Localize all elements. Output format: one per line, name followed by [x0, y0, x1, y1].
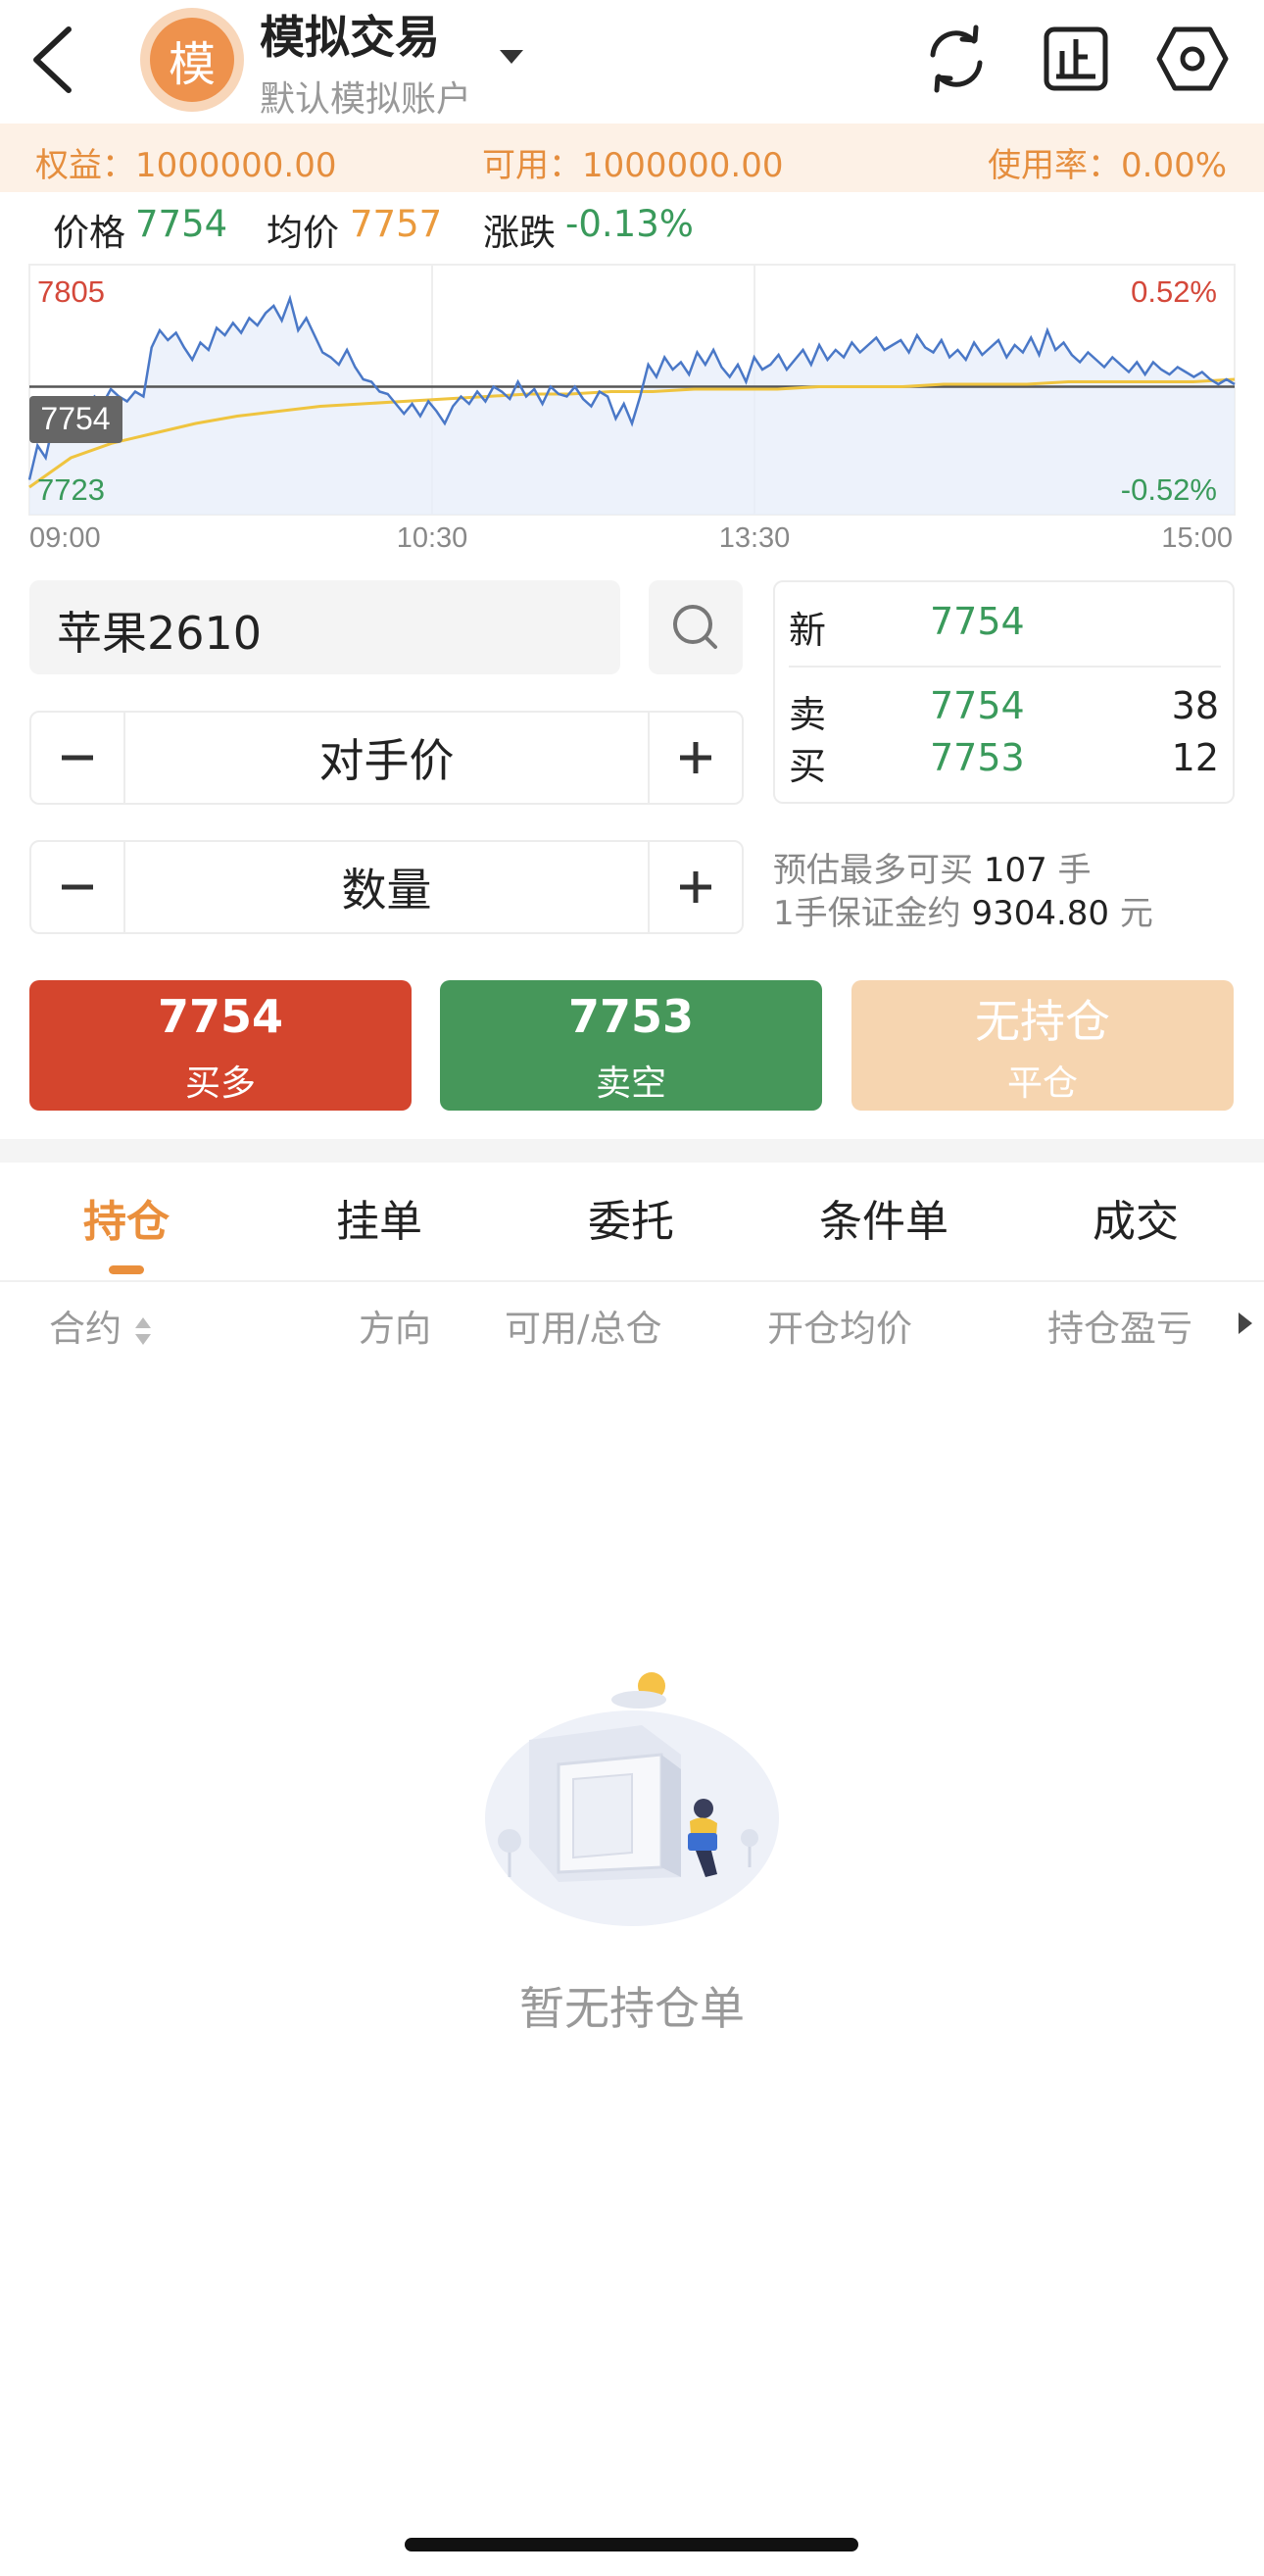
avg-price-label: 均价	[267, 212, 339, 254]
bid-price: 7753	[930, 736, 1025, 779]
intraday-chart[interactable]: 7754 7805 7723 0.52% -0.52% 09:00 10:30 …	[0, 257, 1264, 561]
bid-label: 买	[789, 745, 827, 788]
column-contract[interactable]: 合约	[49, 1299, 153, 1352]
change-label: 涨跌	[483, 212, 556, 254]
active-tab-indicator	[109, 1265, 144, 1274]
order-book: 新 7754 卖 7754 38 买 7753 12	[773, 580, 1235, 804]
divider	[0, 1280, 1264, 1282]
buy-label: 买多	[184, 1064, 256, 1104]
sell-short-button[interactable]: 7753 卖空	[440, 980, 822, 1111]
buy-price: 7754	[157, 990, 284, 1043]
margin-estimate: 1手保证金约 9304.80 元	[773, 894, 1153, 933]
price-stepper[interactable]: 对手价	[29, 711, 744, 805]
last-quote: 7754	[930, 600, 1025, 643]
contract-name: 苹果2610	[57, 607, 263, 660]
y-tick-bottom: 7723	[37, 472, 105, 507]
avg-price: 7757	[350, 203, 443, 245]
minus-icon	[62, 884, 93, 890]
home-indicator[interactable]	[405, 2538, 858, 2551]
divider	[789, 666, 1221, 668]
account-name[interactable]: 默认模拟账户	[260, 71, 471, 122]
quantity-input[interactable]: 数量	[125, 842, 648, 932]
account-summary: 权益：1000000.00 可用：1000000.00 使用率：0.00%	[0, 124, 1264, 192]
search-button[interactable]	[649, 580, 743, 674]
last-label: 新	[789, 609, 827, 652]
avatar-char: 模	[150, 18, 234, 102]
column-available-total: 可用/总仓	[505, 1308, 662, 1350]
x-tick: 15:00	[1161, 522, 1233, 554]
change-pct: -0.13%	[565, 203, 694, 245]
tab-trades[interactable]: 成交	[1038, 1186, 1234, 1249]
equity: 权益：1000000.00	[35, 146, 337, 185]
ask-price: 7754	[930, 684, 1025, 727]
page-title[interactable]: 模拟交易	[260, 2, 440, 67]
scroll-right-icon[interactable]	[1237, 1311, 1254, 1336]
estimate-max: 预估最多可买 107 手	[773, 851, 1092, 890]
bid-volume: 12	[1171, 736, 1219, 779]
x-tick: 13:30	[719, 522, 791, 554]
search-icon	[673, 605, 717, 649]
back-icon[interactable]	[24, 22, 83, 98]
price-summary: 价格 7754 均价 7757 涨跌 -0.13%	[0, 196, 1264, 255]
sell-price: 7753	[567, 990, 695, 1043]
close-position-button[interactable]: 无持仓 平仓	[851, 980, 1234, 1111]
price-increase-button[interactable]	[650, 713, 742, 803]
buy-long-button[interactable]: 7754 买多	[29, 980, 412, 1111]
quantity-stepper[interactable]: 数量	[29, 840, 744, 934]
usage-rate: 使用率：0.00%	[988, 146, 1228, 185]
quantity-decrease-button[interactable]	[31, 842, 123, 932]
price-label: 价格	[53, 212, 125, 254]
column-open-avg: 开仓均价	[767, 1308, 912, 1350]
plus-icon	[680, 871, 711, 903]
stop-order-icon[interactable]	[1037, 20, 1115, 98]
refresh-icon[interactable]	[917, 20, 996, 98]
sell-label: 卖空	[595, 1064, 666, 1104]
pct-tick-bottom: -0.52%	[1121, 472, 1217, 507]
top-nav-bar: 模 模拟交易 默认模拟账户	[0, 0, 1264, 123]
contract-field[interactable]: 苹果2610	[29, 580, 620, 674]
settings-icon[interactable]	[1153, 20, 1232, 98]
current-price-tag: 7754	[40, 401, 110, 436]
minus-icon	[62, 755, 93, 761]
close-label: 平仓	[1006, 1064, 1078, 1104]
sort-icon	[134, 1316, 151, 1345]
tab-positions[interactable]: 持仓	[28, 1186, 224, 1249]
last-price: 7754	[135, 203, 228, 245]
x-tick: 10:30	[397, 522, 468, 554]
column-direction: 方向	[359, 1308, 431, 1350]
empty-state-text: 暂无持仓单	[519, 1982, 745, 2035]
ask-volume: 38	[1171, 684, 1219, 727]
plus-icon	[680, 742, 711, 773]
pct-tick-top: 0.52%	[1131, 274, 1217, 309]
price-decrease-button[interactable]	[31, 713, 123, 803]
quantity-increase-button[interactable]	[650, 842, 742, 932]
tab-conditional-orders[interactable]: 条件单	[786, 1186, 982, 1249]
ask-label: 卖	[789, 693, 827, 736]
x-tick: 09:00	[29, 522, 101, 554]
account-avatar[interactable]: 模	[140, 8, 244, 112]
tab-orders[interactable]: 委托	[533, 1186, 729, 1249]
tab-pending-orders[interactable]: 挂单	[281, 1186, 477, 1249]
chevron-down-icon[interactable]	[498, 47, 525, 67]
y-tick-top: 7805	[37, 274, 105, 309]
section-divider	[0, 1139, 1264, 1163]
empty-state-illustration	[485, 1672, 779, 1926]
price-mode[interactable]: 对手价	[125, 713, 648, 803]
column-pnl: 持仓盈亏	[1047, 1308, 1192, 1350]
close-status: 无持仓	[975, 995, 1110, 1048]
available-funds: 可用：1000000.00	[482, 146, 784, 185]
